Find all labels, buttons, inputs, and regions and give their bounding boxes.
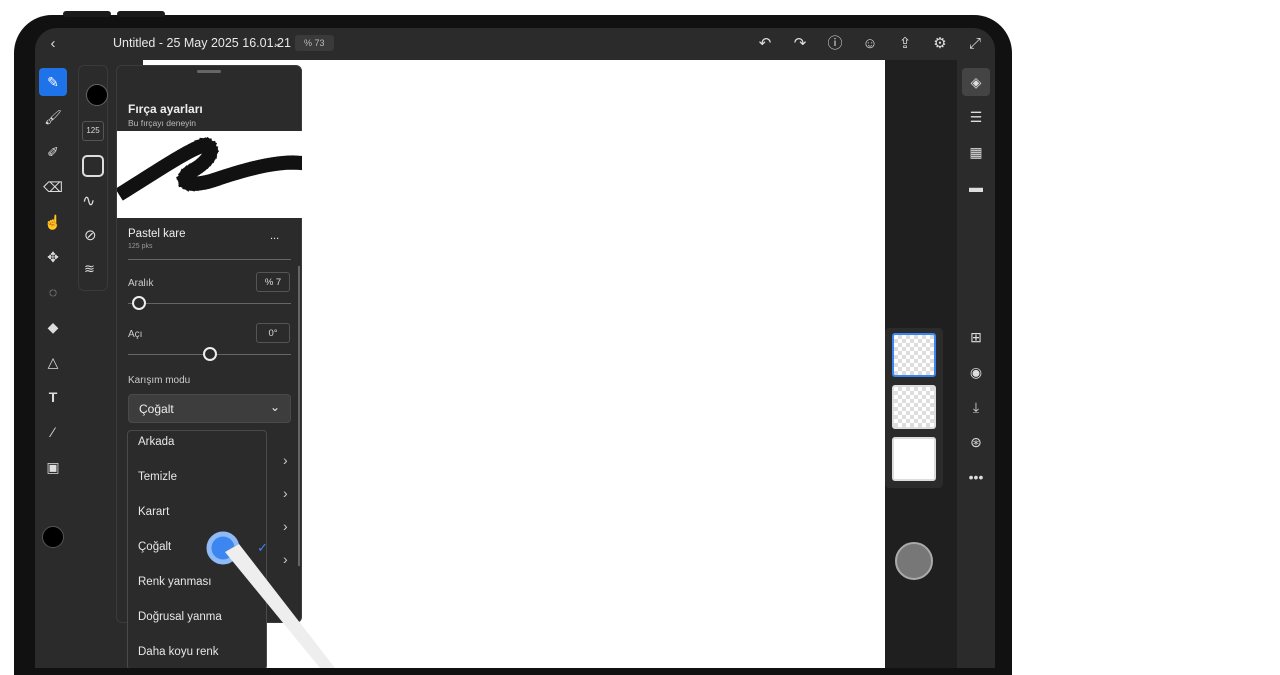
gear-icon[interactable]: ⚙	[930, 34, 950, 54]
merge-icon[interactable]: ⤓	[962, 393, 990, 421]
stylus-pencil	[206, 531, 335, 668]
blend-mode-option[interactable]: Arkada	[128, 431, 266, 466]
document-title[interactable]: Untitled - 25 May 2025 16.01.21	[113, 36, 291, 50]
layers-icon[interactable]: ◈	[962, 68, 990, 96]
option-label: Çoğalt	[138, 541, 172, 553]
spacing-slider-track[interactable]	[128, 303, 291, 304]
move-icon[interactable]: ✥	[39, 243, 67, 271]
angle-label: Açı	[128, 329, 143, 340]
brush-more-button[interactable]: ...	[270, 230, 279, 242]
help-icon[interactable]: ⓘ	[825, 34, 845, 54]
left-toolbar: ✎ 🖌 ✐ ⌫ ☝ ✥ ◌ ◆ △ T ⁄ ▣	[35, 60, 70, 668]
chevron-down-icon: ⌄	[269, 400, 280, 414]
shape-icon[interactable]: △	[39, 348, 67, 376]
pressure-icon[interactable]: ⊘	[84, 226, 97, 244]
paint-brush-icon[interactable]: 🖌	[39, 103, 67, 131]
right-toolbar: ◈ ☰ ▦ ▬ ⊞ ◉ ⤓ ⊛ •••	[957, 60, 995, 668]
option-label: Karart	[138, 506, 170, 518]
eyedropper-icon[interactable]: ⁄	[39, 418, 67, 446]
layers-area	[885, 60, 957, 668]
blend-mode-label: Karışım modu	[128, 375, 191, 386]
redo-icon[interactable]: ↷	[790, 34, 810, 54]
invite-icon[interactable]: ☺	[860, 34, 880, 54]
brush-size[interactable]: 125	[82, 121, 104, 141]
layer-thumbnail[interactable]	[892, 437, 936, 481]
brush-preview[interactable]	[115, 131, 308, 218]
device-button	[117, 11, 165, 17]
brush-stroke-preview	[115, 138, 308, 201]
comment-icon[interactable]: ▬	[962, 173, 990, 201]
lasso-icon[interactable]: ◌	[39, 278, 67, 306]
visibility-icon[interactable]: ◉	[962, 358, 990, 386]
chevron-down-icon[interactable]: ⌄	[267, 34, 287, 54]
panel-title: Fırça ayarları	[128, 102, 203, 116]
blend-icon[interactable]: ⊛	[962, 428, 990, 456]
panel-subtitle: Bu fırçayı deneyin	[128, 118, 197, 128]
pixel-brush-icon[interactable]: ✐	[39, 138, 67, 166]
angle-slider-knob[interactable]	[202, 347, 217, 361]
smoothing-icon[interactable]: ∿	[82, 191, 95, 211]
layer-thumbnail[interactable]	[892, 385, 936, 429]
brush-name: Pastel kare	[128, 228, 186, 240]
device-button	[63, 11, 111, 17]
blend-mode-option[interactable]: Temizle	[128, 466, 266, 501]
fullscreen-icon[interactable]: ⤢	[965, 34, 985, 54]
angle-value[interactable]: 0°	[256, 323, 290, 343]
brush-color[interactable]	[86, 84, 108, 106]
brush-shape-icon[interactable]	[82, 155, 104, 177]
brush-settings-icon[interactable]: ≋	[84, 261, 95, 277]
adjustments-icon[interactable]: ☰	[962, 103, 990, 131]
more-icon[interactable]: •••	[962, 463, 990, 491]
share-icon[interactable]: ⇪	[895, 34, 915, 54]
color-swatch[interactable]	[42, 526, 64, 548]
brush-size-label: 125 pks	[128, 243, 153, 250]
brush-subtoolbar: 125 ∿ ⊘ ≋	[78, 65, 108, 291]
eraser-icon[interactable]: ⌫	[39, 173, 67, 201]
brush-tool-icon[interactable]: ✎	[39, 68, 67, 96]
zoom-level[interactable]: % 73	[295, 35, 334, 51]
spacing-label: Aralık	[128, 278, 154, 289]
undo-icon[interactable]: ↶	[755, 34, 775, 54]
image-icon[interactable]: ▣	[39, 453, 67, 481]
blend-mode-value: Çoğalt	[139, 402, 174, 416]
smudge-icon[interactable]: ☝	[39, 208, 67, 236]
add-layer-icon[interactable]: ⊞	[962, 323, 990, 351]
touch-shortcut-button[interactable]	[895, 542, 933, 580]
layers-panel	[885, 328, 943, 488]
app-screen: ‹ Untitled - 25 May 2025 16.01.21 ⌄ % 73…	[35, 28, 995, 668]
spacing-value[interactable]: % 7	[256, 272, 290, 292]
option-label: Temizle	[138, 471, 177, 483]
fill-icon[interactable]: ◆	[39, 313, 67, 341]
text-icon[interactable]: T	[39, 383, 67, 411]
grid-icon[interactable]: ▦	[962, 138, 990, 166]
back-icon[interactable]: ‹	[43, 34, 63, 54]
top-bar: ‹ Untitled - 25 May 2025 16.01.21 ⌄ % 73…	[35, 28, 995, 60]
drag-handle[interactable]	[197, 70, 221, 73]
spacing-slider-knob[interactable]	[132, 296, 147, 310]
option-label: Arkada	[138, 436, 175, 448]
divider	[128, 259, 291, 260]
layer-thumbnail[interactable]	[892, 333, 936, 377]
blend-mode-select[interactable]: Çoğalt ⌄	[128, 394, 291, 423]
